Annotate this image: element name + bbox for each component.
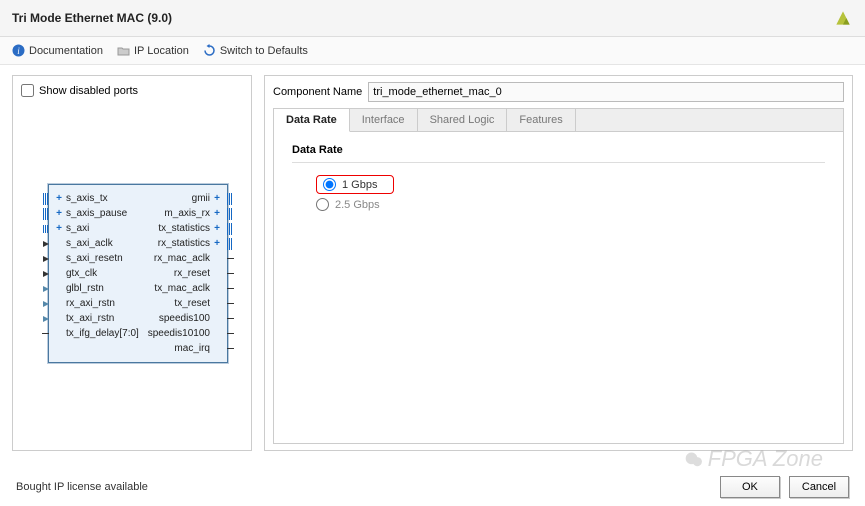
bus-conn-icon xyxy=(227,223,233,235)
radio-1gbps-input[interactable] xyxy=(323,178,336,191)
port-label: speedis10100 xyxy=(148,328,210,339)
wechat-icon xyxy=(684,450,704,470)
switch-defaults-label: Switch to Defaults xyxy=(220,45,308,57)
ok-button[interactable]: OK xyxy=(720,476,780,498)
port-label: mac_irq xyxy=(174,343,210,354)
ip-symbol-block: +s_axis_tx +s_axis_pause +s_axi s_axi_ac… xyxy=(48,184,228,363)
tab-interface[interactable]: Interface xyxy=(350,109,418,131)
port-label: s_axi_resetn xyxy=(66,253,123,264)
bus-dash-icon xyxy=(227,258,234,259)
component-name-label: Component Name xyxy=(273,86,362,98)
show-disabled-ports-checkbox[interactable] xyxy=(21,84,34,97)
right-ports: +gmii +m_axis_rx +tx_statistics +rx_stat… xyxy=(148,191,221,356)
documentation-label: Documentation xyxy=(29,45,103,57)
symbol-panel: Show disabled ports xyxy=(12,75,252,451)
radio-1gbps-label: 1 Gbps xyxy=(342,179,377,191)
documentation-link[interactable]: i Documentation xyxy=(12,44,103,57)
toolbar: i Documentation IP Location Switch to De… xyxy=(0,37,865,65)
tab-features[interactable]: Features xyxy=(507,109,575,131)
radio-2-5gbps-label: 2.5 Gbps xyxy=(335,199,380,211)
tri-in-icon xyxy=(43,301,49,307)
ip-location-link[interactable]: IP Location xyxy=(117,44,189,57)
port-label: rx_mac_aclk xyxy=(154,253,210,264)
bus-dash-icon xyxy=(227,303,234,304)
license-status-text: Bought IP license available xyxy=(16,481,148,493)
refresh-icon xyxy=(203,44,216,57)
port-label: tx_reset xyxy=(174,298,210,309)
bus-dash-icon xyxy=(227,318,234,319)
bus-conn-icon xyxy=(43,225,49,233)
component-name-row: Component Name xyxy=(273,82,844,102)
tri-in-icon xyxy=(43,256,49,262)
port-label: rx_axi_rstn xyxy=(66,298,115,309)
bus-dash-icon xyxy=(42,333,49,334)
port-label: tx_mac_aclk xyxy=(154,283,210,294)
switch-defaults-link[interactable]: Switch to Defaults xyxy=(203,44,308,57)
plus-icon: + xyxy=(213,208,221,219)
radio-2-5gbps[interactable]: 2.5 Gbps xyxy=(316,198,825,211)
plus-icon: + xyxy=(213,223,221,234)
bus-dash-icon xyxy=(227,348,234,349)
folder-icon xyxy=(117,44,130,57)
left-ports: +s_axis_tx +s_axis_pause +s_axi s_axi_ac… xyxy=(55,191,139,356)
port-label: glbl_rstn xyxy=(66,283,104,294)
plus-icon: + xyxy=(213,238,221,249)
radio-1gbps[interactable]: 1 Gbps xyxy=(316,175,394,194)
tri-in-icon xyxy=(43,286,49,292)
tab-data-rate[interactable]: Data Rate xyxy=(274,109,350,132)
tabs: Data Rate Interface Shared Logic Feature… xyxy=(273,108,844,132)
bus-conn-icon xyxy=(43,193,49,205)
port-label: tx_ifg_delay[7:0] xyxy=(66,328,139,339)
tri-in-icon xyxy=(43,316,49,322)
port-label: rx_statistics xyxy=(158,238,210,249)
port-label: s_axis_pause xyxy=(66,208,127,219)
ip-location-label: IP Location xyxy=(134,45,189,57)
bus-dash-icon xyxy=(227,288,234,289)
component-name-input[interactable] xyxy=(368,82,844,102)
plus-icon: + xyxy=(55,223,63,234)
port-label: s_axi xyxy=(66,223,89,234)
plus-icon: + xyxy=(55,193,63,204)
bus-conn-icon xyxy=(227,238,233,250)
info-icon: i xyxy=(12,44,25,57)
port-label: tx_axi_rstn xyxy=(66,313,114,324)
bus-conn-icon xyxy=(227,193,233,205)
window-title: Tri Mode Ethernet MAC (9.0) xyxy=(12,11,172,25)
port-label: tx_statistics xyxy=(158,223,210,234)
plus-icon: + xyxy=(213,193,221,204)
bus-conn-icon xyxy=(227,208,233,220)
tab-body: Data Rate 1 Gbps 2.5 Gbps xyxy=(273,132,844,444)
port-label: gmii xyxy=(192,193,210,204)
plus-icon: + xyxy=(55,208,63,219)
bus-dash-icon xyxy=(227,273,234,274)
footer: Bought IP license available OK Cancel xyxy=(0,476,865,498)
port-label: rx_reset xyxy=(174,268,210,279)
config-panel: Component Name Data Rate Interface Share… xyxy=(264,75,853,451)
port-label: gtx_clk xyxy=(66,268,97,279)
show-disabled-ports-label: Show disabled ports xyxy=(39,85,138,97)
port-label: speedis100 xyxy=(159,313,210,324)
show-disabled-ports-row[interactable]: Show disabled ports xyxy=(19,82,245,99)
radio-2-5gbps-input[interactable] xyxy=(316,198,329,211)
port-label: s_axi_aclk xyxy=(66,238,113,249)
titlebar: Tri Mode Ethernet MAC (9.0) xyxy=(0,0,865,37)
data-rate-radio-group: 1 Gbps 2.5 Gbps xyxy=(292,175,825,211)
tri-in-icon xyxy=(43,271,49,277)
bus-dash-icon xyxy=(227,333,234,334)
footer-buttons: OK Cancel xyxy=(714,476,849,498)
port-label: m_axis_rx xyxy=(164,208,210,219)
right-connectors xyxy=(227,191,239,356)
xilinx-logo-icon xyxy=(833,8,853,28)
bus-conn-icon xyxy=(43,208,49,220)
section-divider xyxy=(292,162,825,163)
tab-shared-logic[interactable]: Shared Logic xyxy=(418,109,508,131)
port-label: s_axis_tx xyxy=(66,193,108,204)
left-connectors xyxy=(37,191,49,341)
cancel-button[interactable]: Cancel xyxy=(789,476,849,498)
main-area: Show disabled ports xyxy=(0,65,865,451)
section-title: Data Rate xyxy=(292,144,825,156)
tri-in-icon xyxy=(43,241,49,247)
